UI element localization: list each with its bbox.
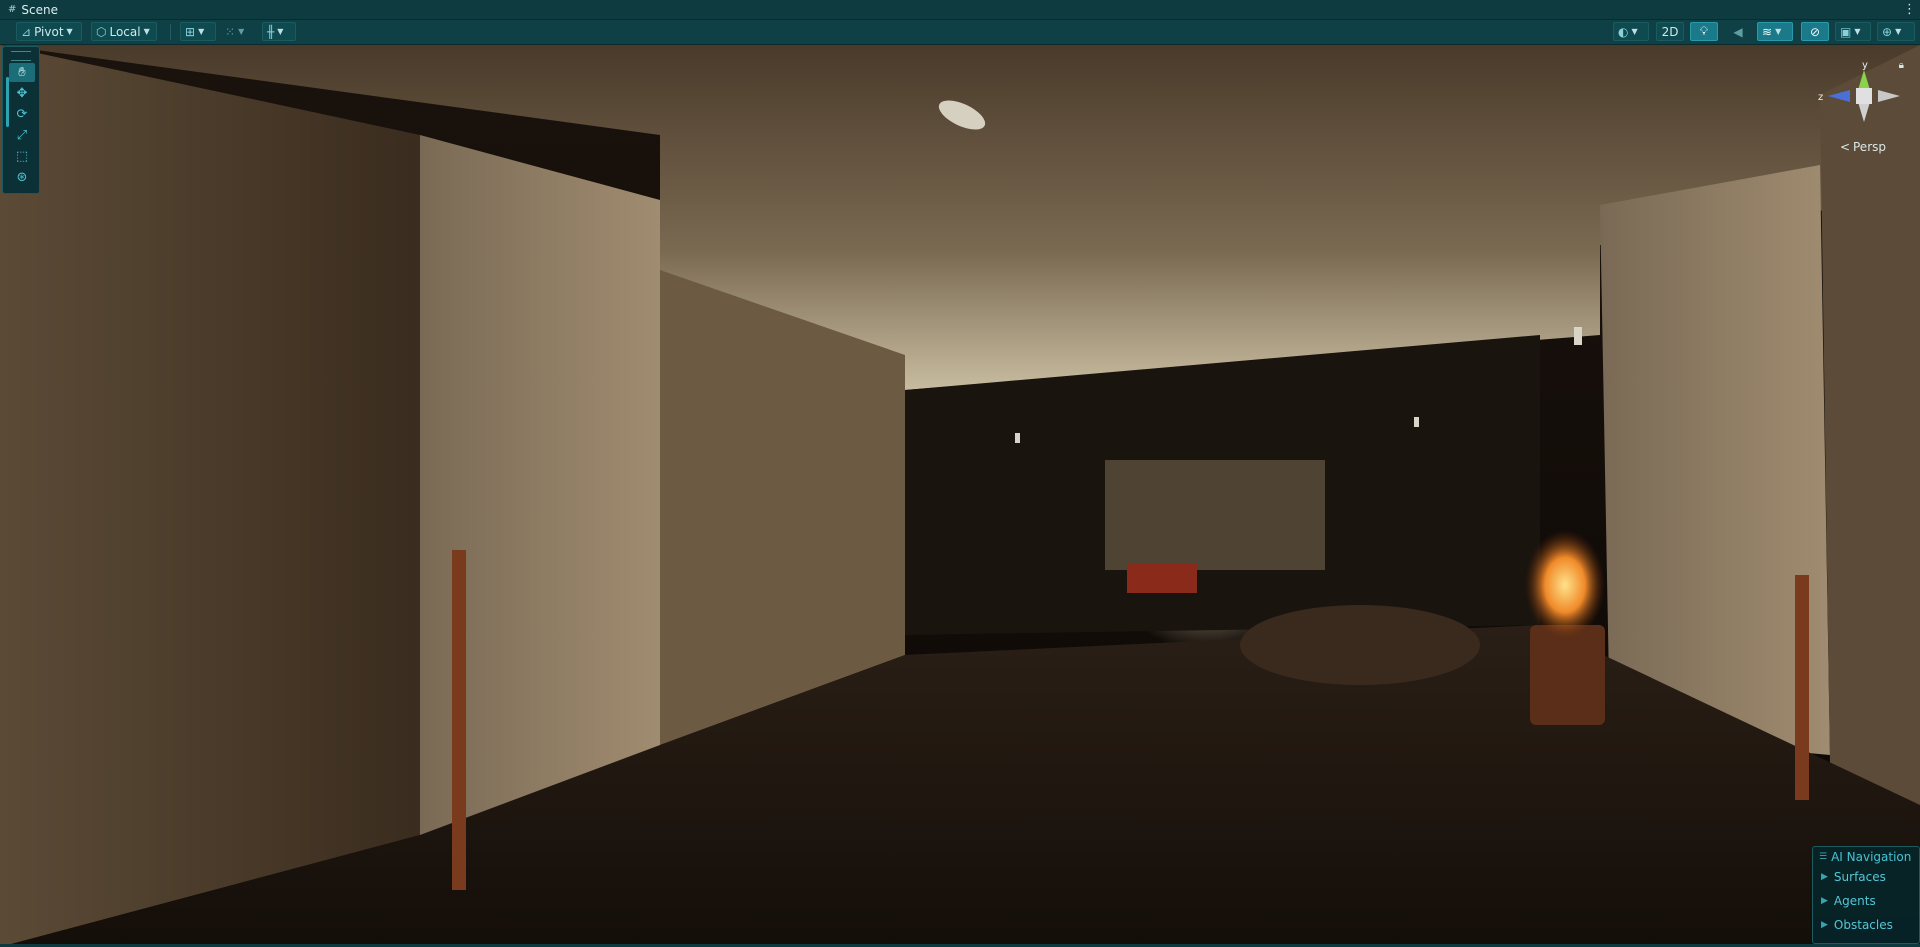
scale-tool-button[interactable]: ⤢ [9, 126, 35, 145]
grid-snap-icon: ⊞ [185, 24, 196, 39]
increment-snap-button[interactable]: ⁙ ▼ [220, 22, 256, 41]
effects-dropdown[interactable]: ≋ ▼ [1757, 22, 1793, 41]
svg-text:z: z [1818, 92, 1823, 103]
scene-viewport[interactable] [0, 45, 1920, 947]
chevron-down-icon: ▼ [277, 27, 284, 36]
axis-y-cone [1858, 70, 1870, 90]
far-room [1105, 460, 1325, 570]
ai-navigation-item-obstacles[interactable]: ▶ Obstacles [1813, 913, 1919, 937]
ruler-button[interactable]: ╫ ▼ [262, 22, 296, 41]
transform-tool-button[interactable]: ⊛ [9, 168, 35, 187]
move-tool-icon: ✥ [16, 86, 28, 101]
chevron-down-icon: ▼ [66, 27, 73, 36]
projection-toggle[interactable]: < Persp [1840, 140, 1886, 154]
ruler-icon: ╫ [267, 24, 275, 39]
tool-palette: ✋︎ ✥ ⟳ ⤢ ⬚ ⊛ [2, 46, 40, 194]
toolbar-divider [170, 24, 171, 40]
pivot-label: Pivot [34, 24, 64, 39]
axis-z-cone [1828, 90, 1850, 102]
ai-navigation-item-label: Obstacles [1833, 918, 1893, 932]
ai-navigation-item-label: Agents [1833, 894, 1876, 908]
hand-tool-button[interactable]: ✋︎ [9, 63, 35, 82]
increment-snap-icon: ⁙ [225, 24, 236, 39]
camera-dropdown[interactable]: ▣ ▼ [1835, 22, 1871, 41]
wall-light [1015, 433, 1020, 443]
scene-tab-label: Scene [21, 2, 58, 17]
drag-handle-icon: ☰ [1819, 852, 1828, 862]
rust-pipe-left [452, 550, 466, 890]
burning-barrel [1530, 625, 1605, 725]
chevron-right-icon: ▶ [1821, 872, 1828, 882]
scene-render [0, 45, 1920, 947]
chevron-down-icon: ▼ [1775, 27, 1782, 36]
lock-icon[interactable]: 🔒︎ [1899, 60, 1904, 71]
pivot-icon: ⊿ [21, 24, 32, 39]
chevron-down-icon: ▼ [198, 27, 205, 36]
rotate-tool-icon: ⟳ [16, 107, 28, 122]
grid-snap-button[interactable]: ⊞ ▼ [180, 22, 216, 41]
ai-navigation-item-agents[interactable]: ▶ Agents [1813, 889, 1919, 913]
scene-tab[interactable]: # Scene [0, 0, 66, 19]
shading-mode-icon: ◐ [1618, 24, 1629, 39]
chevron-right-icon: ▶ [1821, 896, 1828, 906]
rust-pipe-right [1795, 575, 1809, 800]
rotate-tool-button[interactable]: ⟳ [9, 105, 35, 124]
chevron-down-icon: ▼ [1895, 27, 1902, 36]
gizmos-dropdown[interactable]: ⊕ ▼ [1877, 22, 1915, 41]
hand-tool-icon: ✋︎ [18, 65, 26, 80]
audio-icon: ◀︎ [1733, 24, 1743, 39]
effects-icon: ≋ [1762, 24, 1773, 39]
rect-tool-button[interactable]: ⬚ [9, 147, 35, 166]
move-tool-button[interactable]: ✥ [9, 84, 35, 103]
left-wall [0, 45, 420, 947]
audio-toggle[interactable]: ◀︎ [1724, 22, 1752, 41]
scene-toolbar: ⊿ Pivot ▼ ⬡ Local ▼ ⊞ ▼ ⁙ ▼ ╫ ▼ ◐ ▼ 2D 💡… [0, 20, 1920, 45]
pivot-dropdown[interactable]: ⊿ Pivot ▼ [16, 22, 82, 41]
chevron-down-icon: ▼ [1631, 27, 1638, 36]
scene-window-titlebar: # Scene ⋮ [0, 0, 1920, 20]
lighting-toggle[interactable]: 💡︎ [1690, 22, 1718, 41]
scale-tool-icon: ⤢ [16, 128, 28, 143]
wall-light [1574, 327, 1582, 345]
svg-text:y: y [1862, 60, 1868, 71]
drag-handle-icon[interactable] [11, 51, 31, 61]
scene-grid-icon: # [8, 4, 17, 15]
ai-navigation-panel: ☰ AI Navigation ▶ Surfaces ▶ Agents ▶ Ob… [1812, 846, 1920, 944]
axis-neg-y-cone [1858, 102, 1870, 122]
rect-tool-icon: ⬚ [15, 149, 29, 164]
rubble-pile [1240, 605, 1480, 685]
projection-label: Persp [1853, 140, 1886, 154]
lighting-icon: 💡︎ [1699, 24, 1709, 38]
ai-navigation-item-surfaces[interactable]: ▶ Surfaces [1813, 865, 1919, 889]
ai-navigation-title: AI Navigation [1831, 850, 1912, 864]
right-wall [1820, 45, 1920, 825]
local-icon: ⬡ [96, 24, 107, 39]
chevron-down-icon: ▼ [1854, 27, 1861, 36]
mode-2d-label: 2D [1661, 24, 1679, 39]
window-menu-icon[interactable]: ⋮ [1903, 0, 1916, 19]
transform-tool-icon: ⊛ [16, 170, 28, 185]
chevron-down-icon: ▼ [238, 27, 245, 36]
red-crates [1127, 563, 1197, 593]
tool-active-indicator [6, 77, 9, 127]
barrel-fire [1525, 530, 1605, 640]
chevron-right-icon: ▶ [1821, 920, 1828, 930]
mode-2d-toggle[interactable]: 2D [1656, 22, 1684, 41]
ai-navigation-item-label: Surfaces [1833, 870, 1886, 884]
space-dropdown[interactable]: ⬡ Local ▼ [91, 22, 157, 41]
space-label: Local [109, 24, 141, 39]
camera-icon: ▣ [1840, 24, 1852, 39]
wall-light [1414, 417, 1419, 427]
gizmo-center-cube [1856, 88, 1872, 104]
shading-mode-dropdown[interactable]: ◐ ▼ [1613, 22, 1649, 41]
chevron-down-icon: ▼ [143, 27, 150, 36]
gizmos-icon: ⊕ [1882, 24, 1893, 39]
axis-x-cone [1878, 90, 1900, 102]
ai-navigation-header[interactable]: ☰ AI Navigation [1813, 847, 1919, 865]
visibility-icon: ⊘ [1809, 24, 1821, 39]
projection-icon: < [1839, 140, 1850, 154]
visibility-toggle[interactable]: ⊘ [1801, 22, 1829, 41]
